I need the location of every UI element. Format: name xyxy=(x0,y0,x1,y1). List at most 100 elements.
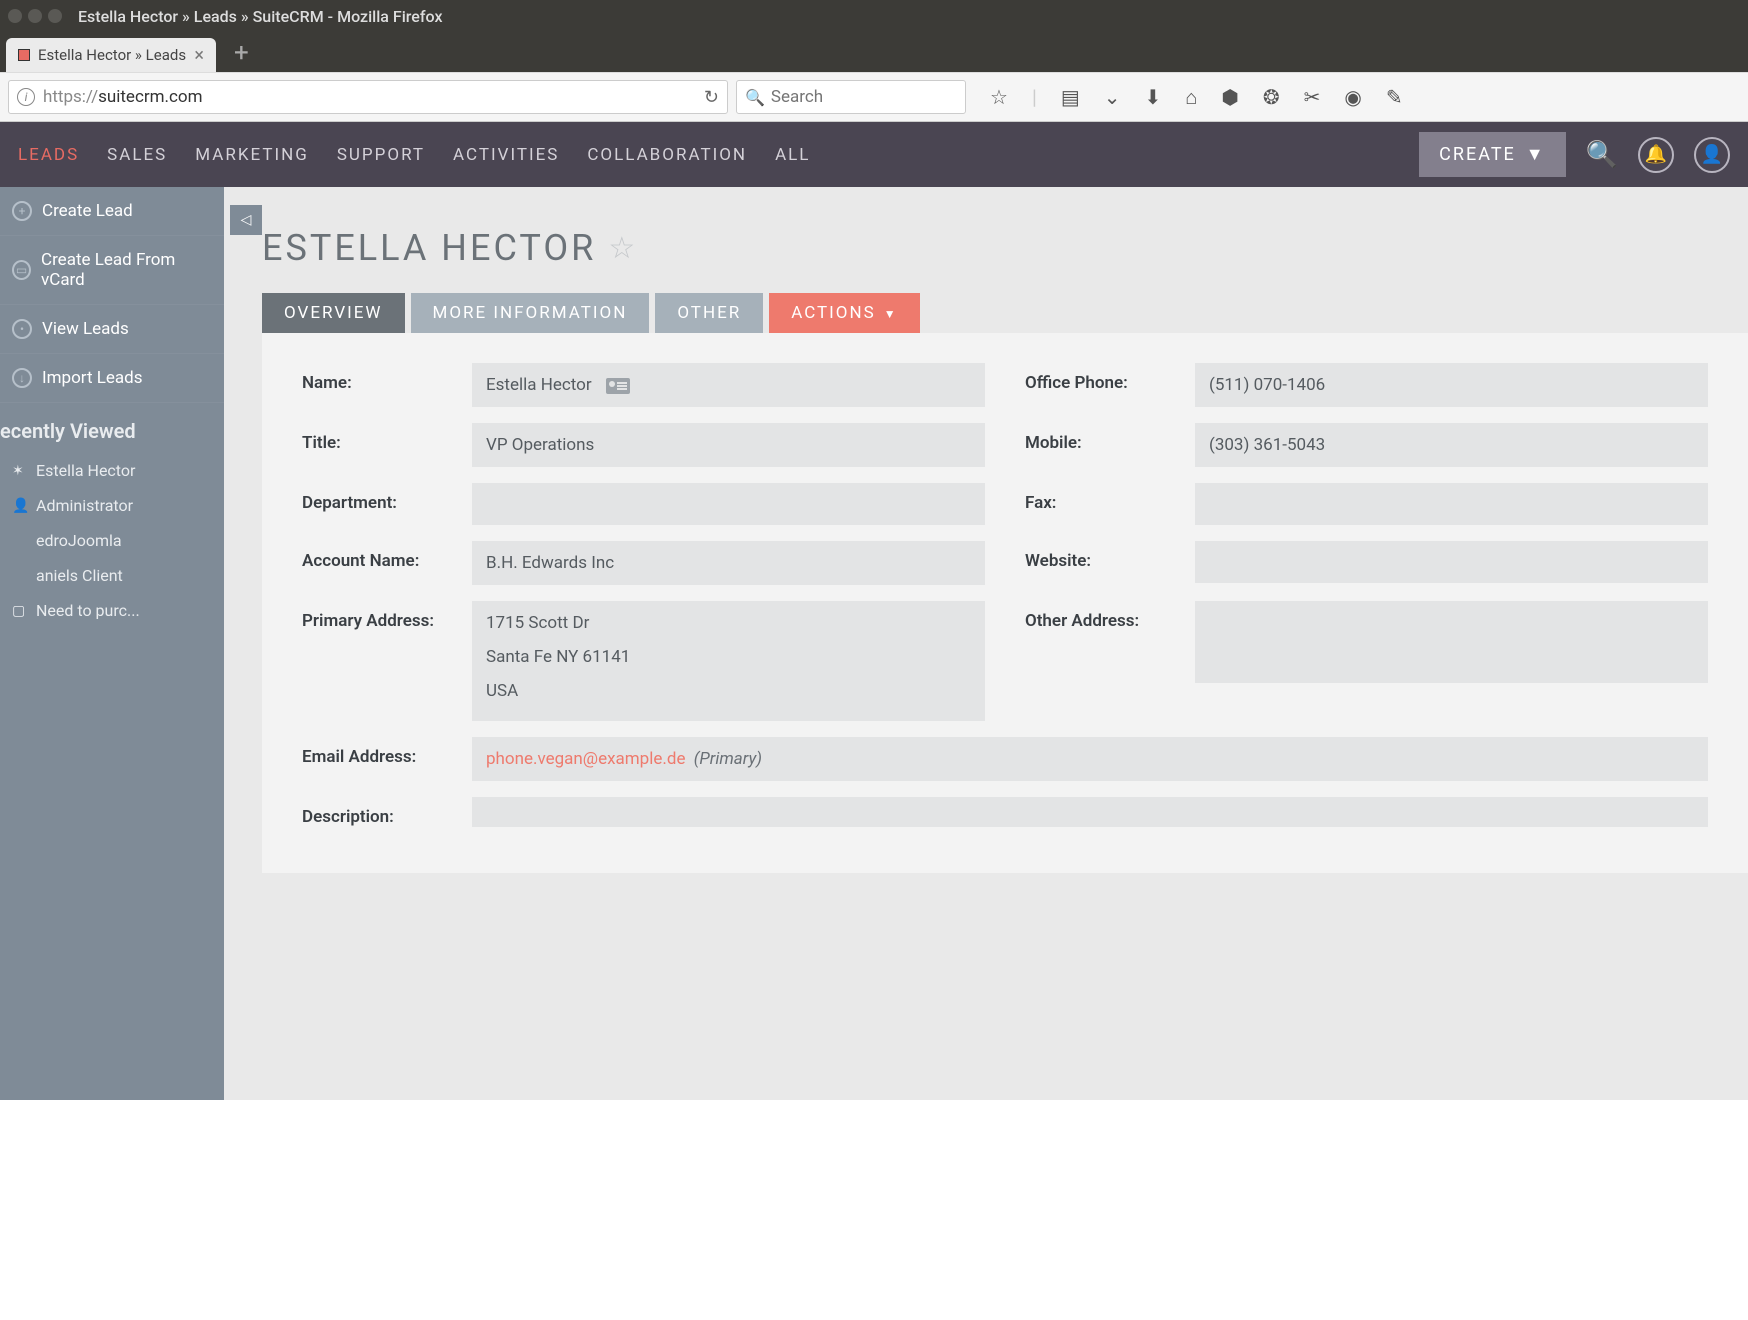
tab-title: Estella Hector » Leads xyxy=(38,46,188,64)
bottom-fill xyxy=(0,1100,1748,1320)
name-label: Name: xyxy=(302,363,472,393)
account-name-value[interactable]: B.H. Edwards Inc xyxy=(472,541,985,585)
app-search-icon[interactable]: 🔍 xyxy=(1586,140,1618,170)
nav-collaboration[interactable]: COLLABORATION xyxy=(587,145,747,165)
url-prefix: https:// xyxy=(43,87,98,107)
refresh-icon[interactable]: ↻ xyxy=(704,87,719,108)
sidebar-create-lead[interactable]: + Create Lead xyxy=(0,187,224,236)
sidebar: + Create Lead ▭ Create Lead From vCard •… xyxy=(0,187,224,1100)
tab-more-information[interactable]: MORE INFORMATION xyxy=(411,293,650,333)
reader-icon[interactable]: ▤ xyxy=(1061,85,1080,109)
os-titlebar: Estella Hector » Leads » SuiteCRM - Mozi… xyxy=(0,0,1748,32)
primary-address-value[interactable]: 1715 Scott Dr Santa Fe NY 61141 USA xyxy=(472,601,985,721)
email-value[interactable]: phone.vegan@example.de (Primary) xyxy=(472,737,1708,781)
nav-sales[interactable]: SALES xyxy=(107,145,167,165)
dev-icon[interactable]: ✂ xyxy=(1304,85,1321,109)
recent-item[interactable]: ✶Estella Hector xyxy=(0,453,224,488)
favorite-star-icon[interactable]: ☆ xyxy=(608,231,638,266)
home-icon[interactable]: ⌂ xyxy=(1185,85,1197,110)
chevron-down-icon: ▼ xyxy=(1526,144,1546,165)
description-label: Description: xyxy=(302,797,472,827)
window-title: Estella Hector » Leads » SuiteCRM - Mozi… xyxy=(78,7,443,26)
addr-line: 1715 Scott Dr xyxy=(486,613,971,633)
nav-leads[interactable]: LEADS xyxy=(18,145,79,165)
sidebar-create-lead-vcard[interactable]: ▭ Create Lead From vCard xyxy=(0,236,224,305)
tab-actions-label: ACTIONS xyxy=(791,303,876,323)
tab-other[interactable]: OTHER xyxy=(655,293,763,333)
mobile-label: Mobile: xyxy=(1025,423,1195,453)
window-min-icon[interactable] xyxy=(28,9,42,23)
create-label: CREATE xyxy=(1439,144,1516,165)
tab-overview[interactable]: OVERVIEW xyxy=(262,293,405,333)
recent-item[interactable]: edroJoomla xyxy=(0,523,224,558)
website-value[interactable] xyxy=(1195,541,1708,583)
bookmark-star-icon[interactable]: ☆ xyxy=(990,85,1008,109)
recent-item[interactable]: ▢Need to purc... xyxy=(0,593,224,628)
tab-close-icon[interactable]: × xyxy=(194,45,204,66)
toolbar-icons: ☆ | ▤ ⌄ ⬇ ⌂ ⬢ ❂ ✂ ◉ ✎ xyxy=(990,85,1403,110)
department-value[interactable] xyxy=(472,483,985,525)
fax-label: Fax: xyxy=(1025,483,1195,513)
email-primary-tag: (Primary) xyxy=(694,749,762,769)
fax-value[interactable] xyxy=(1195,483,1708,525)
chevron-down-icon: ▼ xyxy=(884,307,898,321)
plus-icon: + xyxy=(12,201,32,221)
other-address-label: Other Address: xyxy=(1025,601,1195,631)
browser-tab[interactable]: Estella Hector » Leads × xyxy=(6,38,216,72)
nav-all[interactable]: ALL xyxy=(775,145,810,165)
department-label: Department: xyxy=(302,483,472,513)
url-text: https://suitecrm.com xyxy=(43,87,704,107)
shield-icon[interactable]: ⬢ xyxy=(1221,85,1238,109)
addr-line: Santa Fe NY 61141 xyxy=(486,647,971,667)
note-icon: ▢ xyxy=(12,603,28,619)
browser-tabbar: Estella Hector » Leads × + xyxy=(0,32,1748,72)
url-host: suitecrm.com xyxy=(98,87,202,107)
user-profile-icon[interactable]: 👤 xyxy=(1694,137,1730,173)
extension-icon[interactable]: ◉ xyxy=(1344,85,1361,109)
mobile-value[interactable]: (303) 361-5043 xyxy=(1195,423,1708,467)
detail-tabs: OVERVIEW MORE INFORMATION OTHER ACTIONS ▼ xyxy=(262,293,1748,333)
recent-label: aniels Client xyxy=(36,566,123,585)
sidebar-import-leads[interactable]: ↓ Import Leads xyxy=(0,354,224,403)
nav-support[interactable]: SUPPORT xyxy=(337,145,425,165)
vcard-icon: ▭ xyxy=(12,260,31,280)
window-close-icon[interactable] xyxy=(8,9,22,23)
title-value[interactable]: VP Operations xyxy=(472,423,985,467)
tab-actions[interactable]: ACTIONS ▼ xyxy=(769,293,919,333)
browser-search-field[interactable]: 🔍 xyxy=(736,80,966,114)
recent-label: Estella Hector xyxy=(36,461,135,480)
name-value[interactable]: Estella Hector xyxy=(472,363,985,407)
window-max-icon[interactable] xyxy=(48,9,62,23)
pocket-icon[interactable]: ⌄ xyxy=(1104,85,1121,109)
overview-panel: Name: Estella Hector Office Phone: (511)… xyxy=(262,333,1748,873)
globe-icon[interactable]: ❂ xyxy=(1263,85,1280,109)
new-tab-button[interactable]: + xyxy=(234,38,249,68)
search-icon: 🔍 xyxy=(745,88,765,107)
description-value[interactable] xyxy=(472,797,1708,827)
eyedropper-icon[interactable]: ✎ xyxy=(1386,85,1403,109)
recent-item[interactable]: 👤Administrator xyxy=(0,488,224,523)
sidebar-item-label: Import Leads xyxy=(42,368,143,388)
nav-activities[interactable]: ACTIVITIES xyxy=(453,145,559,165)
office-phone-label: Office Phone: xyxy=(1025,363,1195,393)
vcard-badge-icon xyxy=(606,378,630,394)
addr-line: USA xyxy=(486,681,971,701)
browser-toolbar: i https://suitecrm.com ↻ 🔍 ☆ | ▤ ⌄ ⬇ ⌂ ⬢… xyxy=(0,72,1748,122)
sidebar-view-leads[interactable]: • View Leads xyxy=(0,305,224,354)
office-phone-value[interactable]: (511) 070-1406 xyxy=(1195,363,1708,407)
site-info-icon[interactable]: i xyxy=(17,88,35,106)
create-button[interactable]: CREATE ▼ xyxy=(1419,132,1565,177)
collapse-sidebar-button[interactable]: ◁ xyxy=(230,205,262,235)
browser-search-input[interactable] xyxy=(771,87,957,107)
sidebar-item-label: Create Lead From vCard xyxy=(41,250,212,290)
url-field[interactable]: i https://suitecrm.com ↻ xyxy=(8,80,728,114)
notifications-icon[interactable]: 🔔 xyxy=(1638,137,1674,173)
page-title-text: ESTELLA HECTOR xyxy=(262,227,596,269)
app-root: LEADS SALES MARKETING SUPPORT ACTIVITIES… xyxy=(0,122,1748,1100)
other-address-value[interactable] xyxy=(1195,601,1708,683)
email-link[interactable]: phone.vegan@example.de xyxy=(486,749,685,769)
nav-marketing[interactable]: MARKETING xyxy=(195,145,309,165)
recent-label: edroJoomla xyxy=(36,531,122,550)
recent-item[interactable]: aniels Client xyxy=(0,558,224,593)
downloads-icon[interactable]: ⬇ xyxy=(1145,85,1162,109)
